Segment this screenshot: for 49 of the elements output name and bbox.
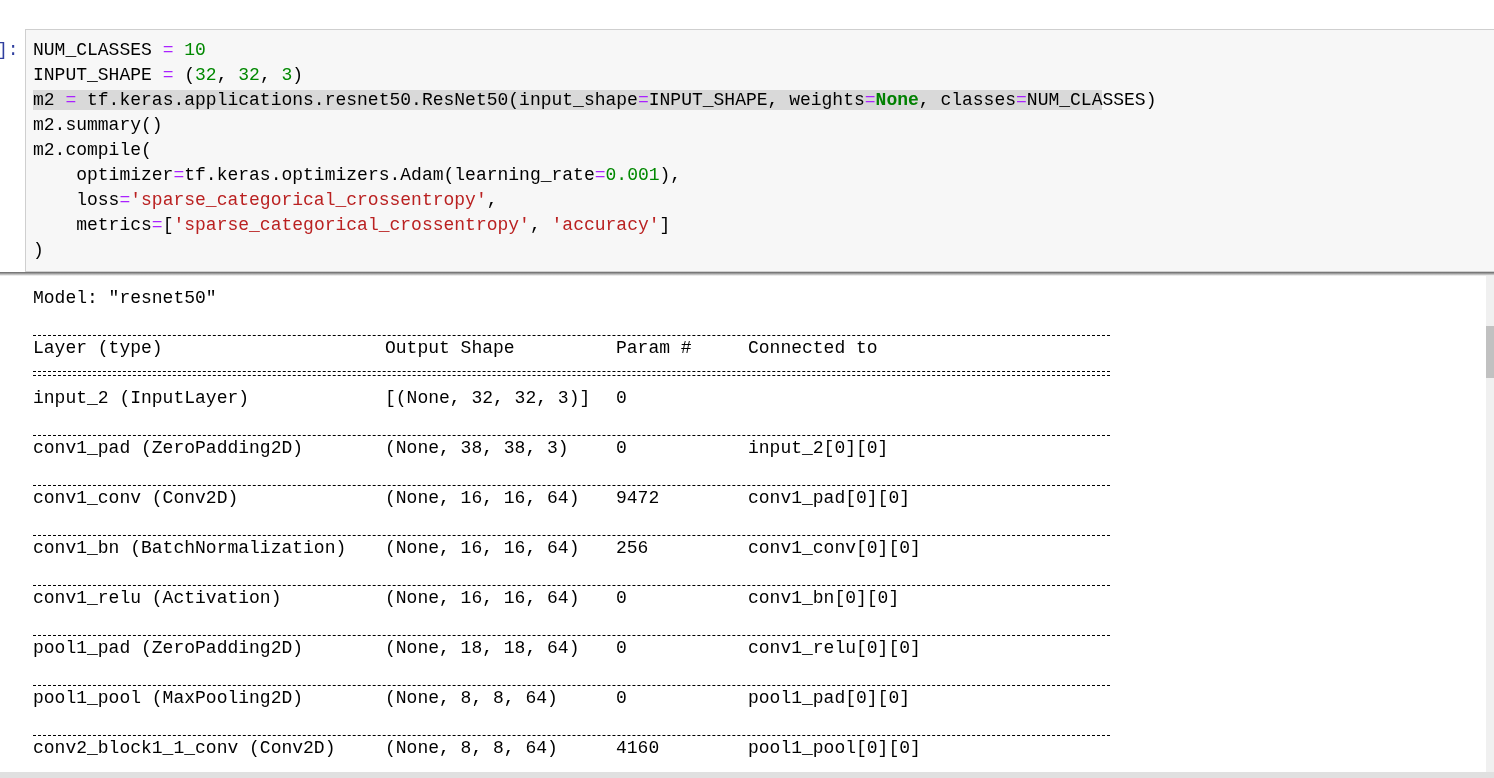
code-line: optimizer=tf.keras.optimizers.Adam(learning_rate=0.001), (75, 164, 682, 187)
table-cell: input_2[0][0] (748, 438, 889, 458)
table-cell: (None, 8, 8, 64) (385, 738, 558, 758)
table-cell: pool1_pad (ZeroPadding2D) (33, 638, 304, 658)
table-cell: (None, 16, 16, 64) (385, 538, 580, 558)
code-line: NUM_CLASSES = 10 (33, 39, 206, 62)
column-header: Output Shape (385, 338, 515, 358)
table-cell: conv1_relu[0][0] (748, 638, 921, 658)
table-cell: (None, 38, 38, 3) (385, 438, 569, 458)
code-line: metrics=['sparse_categorical_crossentropy', 'accuracy'] (75, 214, 671, 237)
table-cell: 0 (616, 688, 627, 708)
scrollbar-track[interactable] (1486, 276, 1494, 772)
table-cell: (None, 8, 8, 64) (385, 688, 558, 708)
table-cell: 9472 (616, 488, 660, 508)
table-cell: pool1_pad[0][0] (748, 688, 911, 708)
code-line: INPUT_SHAPE = (32, 32, 3) (33, 64, 304, 87)
table-cell: 0 (616, 388, 627, 408)
code-line: m2.summary() (33, 114, 163, 137)
code-line: loss='sparse_categorical_crossentropy', (75, 189, 498, 212)
code-line: m2.compile( (33, 139, 152, 162)
table-cell: 4160 (616, 738, 660, 758)
column-header: Connected to (748, 338, 878, 358)
table-cell: conv1_conv (Conv2D) (33, 488, 239, 508)
code-line: ) (33, 239, 44, 262)
table-cell: conv1_conv[0][0] (748, 538, 921, 558)
table-cell: conv1_bn[0][0] (748, 588, 900, 608)
table-cell: 0 (616, 588, 627, 608)
table-cell: conv1_pad[0][0] (748, 488, 911, 508)
table-cell: conv1_bn (BatchNormalization) (33, 538, 347, 558)
table-cell: (None, 18, 18, 64) (385, 638, 580, 658)
table-cell: input_2 (InputLayer) (33, 388, 250, 408)
table-cell: conv2_block1_1_conv (Conv2D) (33, 738, 336, 758)
table-cell: (None, 16, 16, 64) (385, 588, 580, 608)
table-cell: (None, 16, 16, 64) (385, 488, 580, 508)
code-cell[interactable] (25, 29, 1494, 272)
table-cell: 256 (616, 538, 649, 558)
cell-prompt: ]: (0, 40, 19, 60)
table-cell: pool1_pool[0][0] (748, 738, 921, 758)
scrollbar-thumb[interactable] (1486, 326, 1494, 378)
column-header: Layer (type) (33, 338, 163, 358)
table-cell: 0 (616, 638, 627, 658)
table-cell: pool1_pool (MaxPooling2D) (33, 688, 304, 708)
table-cell: conv1_relu (Activation) (33, 588, 282, 608)
table-cell: conv1_pad (ZeroPadding2D) (33, 438, 304, 458)
table-cell: [(None, 32, 32, 3)] (385, 388, 591, 408)
table-cell: 0 (616, 438, 627, 458)
column-header: Param # (616, 338, 692, 358)
code-line: m2 = tf.keras.applications.resnet50.ResNet50(input_shape=INPUT_SHAPE, weights=None, classes=NUM_CLASSES) (33, 89, 1157, 112)
output-title: Model: "resnet50" (33, 288, 217, 308)
